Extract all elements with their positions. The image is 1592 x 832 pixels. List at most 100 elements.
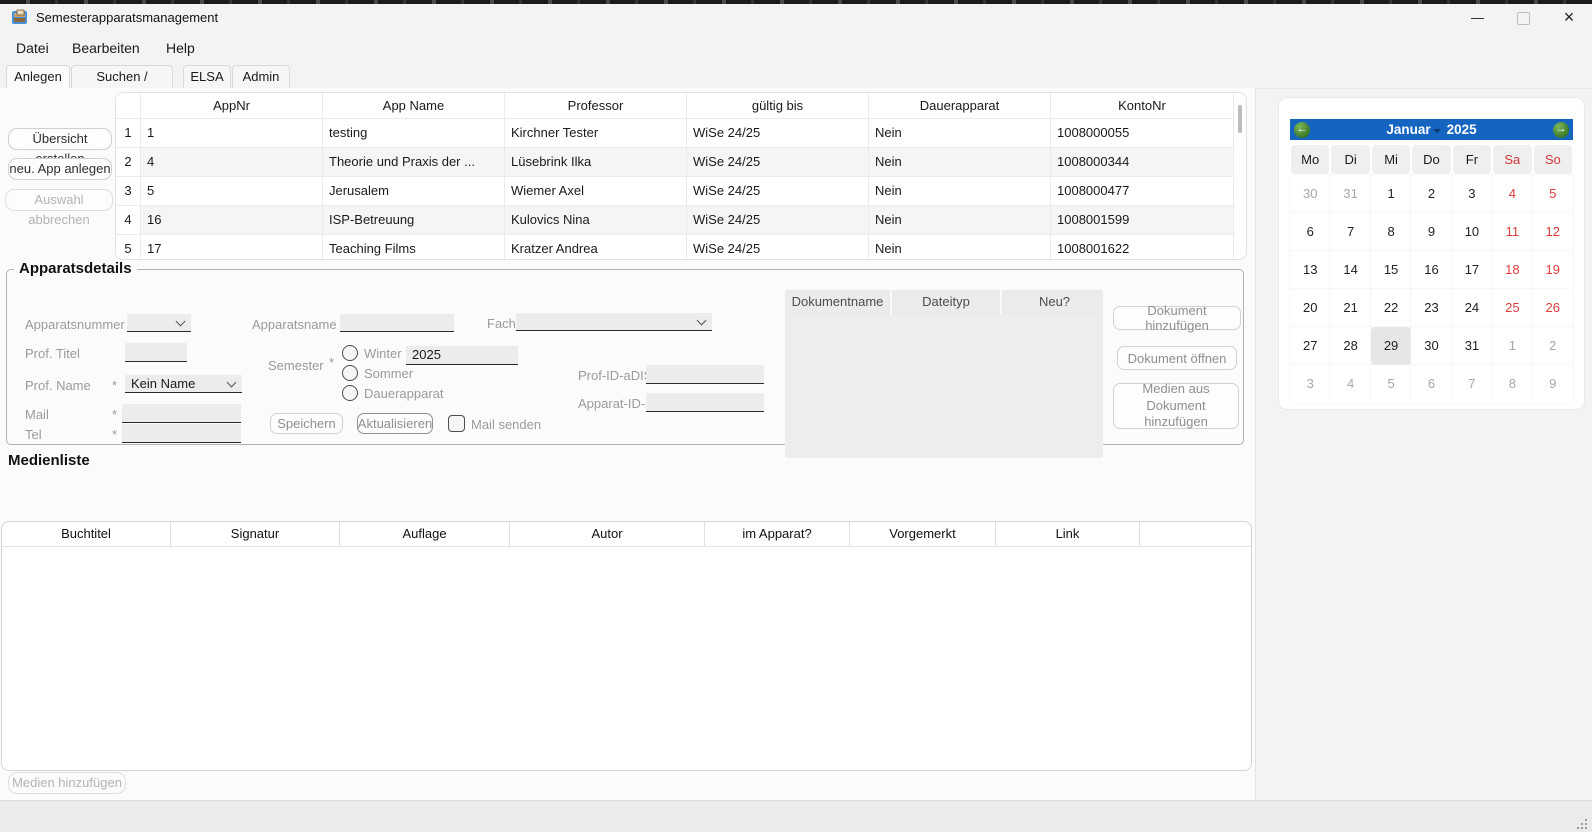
calendar-day[interactable]: 17 — [1452, 251, 1492, 289]
calendar-day[interactable]: 8 — [1492, 365, 1532, 403]
col-professor[interactable]: Professor — [505, 93, 687, 119]
tab-suchen-statistik[interactable]: Suchen / Statistik — [71, 65, 173, 89]
calendar-day[interactable]: 30 — [1290, 175, 1330, 213]
aktualisieren-button[interactable]: Aktualisieren — [357, 413, 433, 434]
col-dateityp[interactable]: Dateityp — [892, 290, 1000, 314]
calendar-day[interactable]: 3 — [1452, 175, 1492, 213]
table-row[interactable]: 3 5 Jerusalem Wiemer Axel WiSe 24/25 Nei… — [116, 177, 1246, 206]
calendar-day[interactable]: 4 — [1492, 175, 1532, 213]
menu-datei[interactable]: Datei — [11, 37, 54, 59]
scrollbar-thumb[interactable] — [1238, 105, 1242, 133]
neu-app-anlegen-button[interactable]: neu. App anlegen — [8, 158, 112, 180]
calendar-day[interactable]: 5 — [1533, 175, 1573, 213]
calendar-day[interactable]: 13 — [1290, 251, 1330, 289]
table-row[interactable]: 1 1 testing Kirchner Tester WiSe 24/25 N… — [116, 119, 1246, 148]
prof-name-select[interactable]: Kein Name — [125, 375, 242, 393]
calendar-day[interactable]: 8 — [1371, 213, 1411, 251]
apparatsname-input[interactable] — [340, 314, 454, 332]
dokument-hinzufuegen-button[interactable]: Dokument hinzufügen — [1113, 306, 1241, 330]
calendar-day[interactable]: 16 — [1411, 251, 1451, 289]
calendar-day[interactable]: 23 — [1411, 289, 1451, 327]
calendar-day[interactable]: 6 — [1290, 213, 1330, 251]
calendar-day[interactable]: 19 — [1533, 251, 1573, 289]
menu-help[interactable]: Help — [161, 37, 200, 59]
radio-sommer[interactable] — [342, 365, 358, 381]
col-auflage[interactable]: Auflage — [340, 522, 510, 546]
calendar-day[interactable]: 11 — [1492, 213, 1532, 251]
calendar-day[interactable]: 20 — [1290, 289, 1330, 327]
menu-bearbeiten[interactable]: Bearbeiten — [67, 37, 145, 59]
calendar-day[interactable]: 2 — [1411, 175, 1451, 213]
prof-id-adis-input[interactable] — [646, 365, 764, 384]
calendar-day[interactable]: 28 — [1330, 327, 1370, 365]
tel-input[interactable] — [122, 424, 241, 443]
calendar-day[interactable]: 31 — [1452, 327, 1492, 365]
calendar-day[interactable]: 21 — [1330, 289, 1370, 327]
apparatsnummer-select[interactable] — [127, 314, 191, 332]
dokument-oeffnen-button[interactable]: Dokument öffnen — [1117, 346, 1237, 370]
calendar-day[interactable]: 7 — [1330, 213, 1370, 251]
calendar-month[interactable]: Januar — [1386, 122, 1430, 137]
col-dauerapparat[interactable]: Dauerapparat — [869, 93, 1051, 119]
uebersicht-erstellen-button[interactable]: Übersicht erstellen — [8, 128, 112, 150]
calendar-day[interactable]: 1 — [1371, 175, 1411, 213]
tab-anlegen[interactable]: Anlegen — [6, 65, 70, 90]
speichern-button[interactable]: Speichern — [270, 413, 343, 434]
col-gueltig-bis[interactable]: gültig bis — [687, 93, 869, 119]
calendar-day[interactable]: 25 — [1492, 289, 1532, 327]
calendar-day[interactable]: 31 — [1330, 175, 1370, 213]
mail-input[interactable] — [122, 404, 241, 423]
col-kontonr[interactable]: KontoNr — [1051, 93, 1234, 119]
calendar-day[interactable]: 1 — [1492, 327, 1532, 365]
calendar-next-button[interactable]: → — [1553, 122, 1569, 138]
calendar-day[interactable]: 26 — [1533, 289, 1573, 327]
calendar-day[interactable]: 9 — [1533, 365, 1573, 403]
auswahl-abbrechen-button[interactable]: Auswahl abbrechen — [5, 189, 113, 211]
radio-dauerapparat[interactable] — [342, 385, 358, 401]
radio-winter[interactable] — [342, 345, 358, 361]
col-appnr[interactable]: AppNr — [141, 93, 323, 119]
calendar-day[interactable]: 24 — [1452, 289, 1492, 327]
calendar-day[interactable]: 30 — [1411, 327, 1451, 365]
apparat-id-adis-input[interactable] — [646, 393, 764, 412]
calendar-day[interactable]: 22 — [1371, 289, 1411, 327]
table-row[interactable]: 2 4 Theorie und Praxis der ... Lüsebrink… — [116, 148, 1246, 177]
col-autor[interactable]: Autor — [510, 522, 705, 546]
calendar-day[interactable]: 5 — [1371, 365, 1411, 403]
mail-senden-checkbox[interactable] — [448, 415, 465, 432]
calendar-day[interactable]: 10 — [1452, 213, 1492, 251]
close-button[interactable]: × — [1546, 4, 1592, 32]
prof-titel-input[interactable] — [125, 343, 187, 362]
calendar-day[interactable]: 7 — [1452, 365, 1492, 403]
semester-year-input[interactable]: 2025 — [406, 346, 518, 365]
minimize-button[interactable] — [1454, 4, 1500, 32]
resize-grip-icon[interactable] — [1577, 819, 1587, 829]
calendar-day-today[interactable]: 29 — [1371, 327, 1411, 365]
calendar-day[interactable]: 3 — [1290, 365, 1330, 403]
tab-elsa[interactable]: ELSA — [183, 65, 231, 89]
col-dokumentname[interactable]: Dokumentname — [785, 290, 890, 314]
table-row[interactable]: 5 17 Teaching Films Kratzer Andrea WiSe … — [116, 235, 1246, 260]
table-scrollbar[interactable] — [1236, 97, 1244, 255]
table-row[interactable]: 4 16 ISP-Betreuung Kulovics Nina WiSe 24… — [116, 206, 1246, 235]
fach-select[interactable] — [516, 313, 712, 331]
calendar-day[interactable]: 27 — [1290, 327, 1330, 365]
col-buchtitel[interactable]: Buchtitel — [2, 522, 171, 546]
col-app-name[interactable]: App Name — [323, 93, 505, 119]
calendar-day[interactable]: 2 — [1533, 327, 1573, 365]
calendar-year[interactable]: 2025 — [1447, 122, 1477, 137]
calendar-day[interactable]: 6 — [1411, 365, 1451, 403]
calendar-day[interactable]: 15 — [1371, 251, 1411, 289]
maximize-button[interactable] — [1500, 4, 1546, 32]
tab-admin[interactable]: Admin — [232, 65, 290, 89]
col-link[interactable]: Link — [996, 522, 1140, 546]
calendar-day[interactable]: 4 — [1330, 365, 1370, 403]
col-vorgemerkt[interactable]: Vorgemerkt — [850, 522, 996, 546]
medien-hinzufuegen-button[interactable]: Medien hinzufügen — [8, 772, 126, 794]
calendar-day[interactable]: 18 — [1492, 251, 1532, 289]
calendar-day[interactable]: 9 — [1411, 213, 1451, 251]
calendar-day[interactable]: 14 — [1330, 251, 1370, 289]
col-neu[interactable]: Neu? — [1002, 290, 1103, 314]
calendar-day[interactable]: 12 — [1533, 213, 1573, 251]
col-signatur[interactable]: Signatur — [171, 522, 340, 546]
